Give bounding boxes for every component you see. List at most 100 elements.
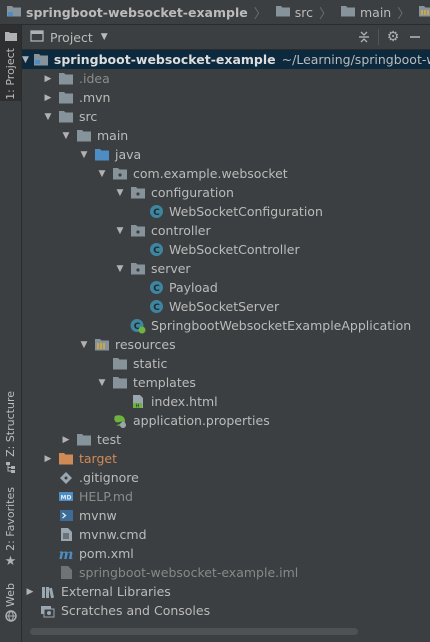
divider — [378, 29, 379, 45]
breadcrumb-main[interactable]: main — [334, 4, 391, 21]
tree-item-label: SpringbootWebsocketExampleApplication — [151, 318, 412, 333]
class-icon: C — [148, 242, 164, 258]
breadcrumb-separator: 〉 — [397, 6, 411, 22]
tree-row[interactable]: C WebSocketServer — [22, 297, 430, 316]
breadcrumb-project[interactable]: springboot-websocket-example — [0, 4, 248, 21]
tree-item-label: .idea — [79, 71, 110, 86]
breadcrumb-resources[interactable]: resources — [412, 4, 430, 21]
expanded-arrow-icon[interactable]: ▼ — [114, 264, 126, 274]
collapsed-arrow-icon[interactable]: ▶ — [24, 587, 36, 597]
left-tool-stripe: 1: Project Z: Structure 2: Favorites ★ W… — [0, 25, 22, 642]
class-icon: C — [148, 204, 164, 220]
folder-icon — [76, 432, 92, 448]
libraries-icon — [40, 584, 56, 600]
collapsed-arrow-icon[interactable]: ▶ — [42, 74, 54, 84]
tree-item-label: .gitignore — [79, 470, 139, 485]
tree-item-label: WebSocketServer — [169, 299, 280, 314]
tree-row[interactable]: C SpringbootWebsocketExampleApplication — [22, 316, 430, 335]
tree-row[interactable]: ▼ java — [22, 145, 430, 164]
breadcrumb-separator: 〉 — [318, 6, 332, 22]
favorites-tool-label: 2: Favorites — [4, 487, 17, 551]
svg-text:C: C — [153, 246, 160, 256]
tree-row[interactable]: static — [22, 354, 430, 373]
tree-item-label: mvnw.cmd — [79, 527, 147, 542]
tree-row[interactable]: ▶ .mvn — [22, 88, 430, 107]
expanded-arrow-icon[interactable]: ▼ — [78, 340, 90, 350]
folder-icon — [112, 356, 128, 372]
text-file-icon — [58, 527, 74, 543]
tree-item-label: server — [151, 261, 191, 276]
class-icon: C — [148, 299, 164, 315]
tree-row[interactable]: C WebSocketController — [22, 240, 430, 259]
breadcrumb-src[interactable]: src — [269, 4, 313, 21]
svg-text:MD: MD — [61, 495, 72, 502]
tree-row[interactable]: ▼ springboot-websocket-example ~/Learning/… — [22, 50, 430, 69]
resources-folder-icon — [418, 4, 430, 21]
tree-row[interactable]: ▶ test — [22, 430, 430, 449]
star-icon: ★ — [4, 553, 17, 569]
expanded-arrow-icon[interactable]: ▼ — [96, 169, 108, 179]
tree-row[interactable]: application.properties — [22, 411, 430, 430]
tree-row[interactable]: ▼ resources — [22, 335, 430, 354]
tree-row[interactable]: ▼ src — [22, 107, 430, 126]
tree-row[interactable]: C WebSocketConfiguration — [22, 202, 430, 221]
tree-item-label: main — [97, 128, 129, 143]
tree-row[interactable]: ▶ target — [22, 449, 430, 468]
tree-row[interactable]: .gitignore — [22, 468, 430, 487]
tree-row[interactable]: mvnw — [22, 506, 430, 525]
tree-item-label: springboot-websocket-example — [53, 52, 276, 67]
tree-row[interactable]: ▼ configuration — [22, 183, 430, 202]
structure-icon — [5, 461, 17, 476]
tree-row[interactable]: m pom.xml — [22, 544, 430, 563]
tree-item-label: test — [97, 432, 122, 447]
favorites-tool-button[interactable]: 2: Favorites ★ — [0, 487, 21, 569]
tree-item-label: target — [79, 451, 118, 466]
expanded-arrow-icon[interactable]: ▼ — [96, 378, 108, 388]
project-view-selector[interactable]: Project ▼ — [30, 29, 108, 46]
collapse-all-icon[interactable] — [353, 26, 375, 48]
scratches-icon — [40, 603, 56, 619]
collapsed-arrow-icon[interactable]: ▶ — [60, 435, 72, 445]
web-tool-label: Web — [4, 583, 17, 607]
expanded-arrow-icon[interactable]: ▼ — [42, 112, 54, 122]
tree-item-label: resources — [115, 337, 176, 352]
tree-row[interactable]: C Payload — [22, 278, 430, 297]
class-icon: C — [148, 280, 164, 296]
hide-icon[interactable] — [404, 26, 426, 48]
tree-item-label: springboot-websocket-example.iml — [79, 565, 299, 580]
tree-item-label: src — [79, 109, 98, 124]
collapsed-arrow-icon[interactable]: ▶ — [42, 93, 54, 103]
tree-item-label: com.example.websocket — [133, 166, 288, 181]
gear-icon[interactable]: ⚙ — [382, 26, 404, 48]
expanded-arrow-icon[interactable]: ▼ — [78, 150, 90, 160]
tree-row[interactable]: ▼ com.example.websocket — [22, 164, 430, 183]
tree-row[interactable]: ▶ External Libraries — [22, 582, 430, 601]
tree-row[interactable]: ▼ main — [22, 126, 430, 145]
tree-row[interactable]: ▼ templates — [22, 373, 430, 392]
collapsed-arrow-icon[interactable]: ▶ — [42, 454, 54, 464]
tree-item-label: java — [115, 147, 142, 162]
tree-row[interactable]: springboot-websocket-example.iml — [22, 563, 430, 582]
horizontal-scrollbar[interactable] — [30, 628, 358, 635]
folder-icon — [112, 375, 128, 391]
tree-row[interactable]: MD HELP.md — [22, 487, 430, 506]
expanded-arrow-icon[interactable]: ▼ — [60, 131, 72, 141]
expanded-arrow-icon[interactable]: ▼ — [114, 226, 126, 236]
structure-tool-button[interactable]: Z: Structure — [0, 391, 21, 481]
folder-icon — [58, 90, 74, 106]
tree-row[interactable]: Hindex.html — [22, 392, 430, 411]
expanded-arrow-icon[interactable]: ▼ — [22, 55, 29, 65]
web-tool-button[interactable]: Web — [0, 583, 21, 633]
tree-item-label: Scratches and Consoles — [61, 603, 211, 618]
expanded-arrow-icon[interactable]: ▼ — [114, 188, 126, 198]
project-tool-button[interactable]: 1: Project — [0, 25, 21, 101]
folder-icon — [58, 71, 74, 87]
tree-row[interactable]: mvnw.cmd — [22, 525, 430, 544]
tree-row[interactable]: Scratches and Consoles — [22, 601, 430, 620]
package-icon — [130, 185, 146, 201]
tree-row[interactable]: ▼ controller — [22, 221, 430, 240]
tree-row[interactable]: ▼ server — [22, 259, 430, 278]
tree-row[interactable]: ▶ .idea — [22, 69, 430, 88]
maven-file-icon: m — [58, 546, 74, 562]
project-tree[interactable]: ▼ springboot-websocket-example ~/Learning/… — [22, 50, 430, 630]
